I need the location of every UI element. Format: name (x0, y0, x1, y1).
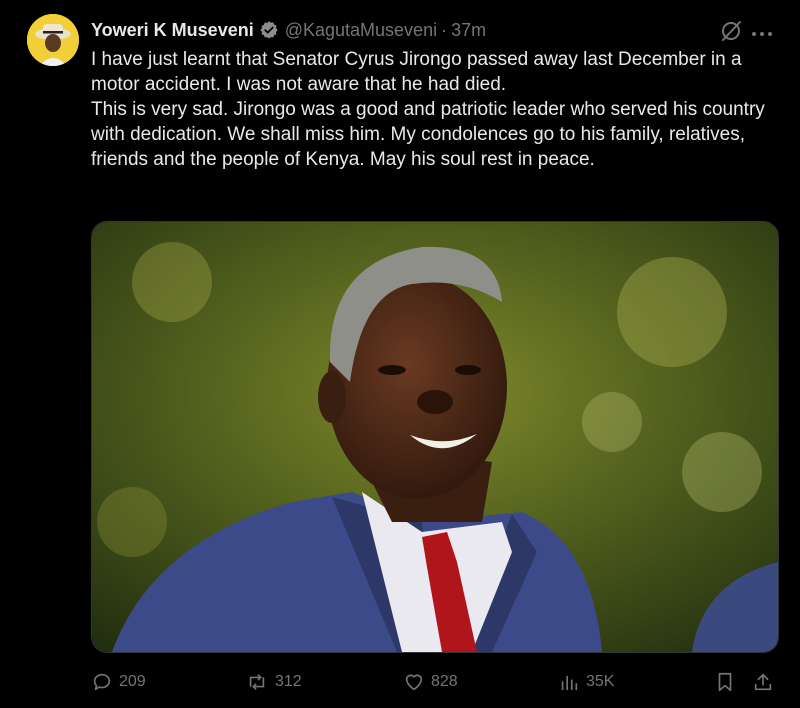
tweet-timestamp[interactable]: 37m (451, 20, 486, 41)
tweet-text-paragraph-2: This is very sad. Jirongo was a good and… (91, 99, 765, 170)
reply-button[interactable]: 209 (91, 664, 146, 700)
verified-badge-icon (259, 20, 279, 40)
views-icon (558, 671, 580, 693)
grok-icon[interactable] (719, 19, 743, 48)
bookmark-button[interactable] (714, 664, 736, 700)
like-button[interactable]: 828 (403, 664, 458, 700)
tweet-text: I have just learnt that Senator Cyrus Ji… (91, 47, 786, 172)
author-handle[interactable]: @KagutaMuseveni (285, 20, 437, 41)
bookmark-icon (714, 671, 736, 693)
repost-button[interactable]: 312 (245, 664, 302, 700)
views-count: 35K (586, 673, 615, 690)
tweet-header: Yoweri K Museveni @KagutaMuseveni · 37m (91, 16, 486, 44)
reply-icon (91, 671, 113, 693)
action-bar: 209 312 828 35K (0, 664, 800, 700)
tweet-photo[interactable] (91, 221, 779, 653)
views-button[interactable]: 35K (558, 664, 614, 700)
avatar[interactable] (27, 14, 79, 66)
tweet-text-paragraph-1: I have just learnt that Senator Cyrus Ji… (91, 49, 742, 95)
separator-dot: · (441, 19, 448, 40)
author-name[interactable]: Yoweri K Museveni (91, 20, 254, 41)
repost-icon (245, 671, 269, 693)
share-button[interactable] (752, 664, 774, 700)
heart-icon (403, 671, 425, 693)
repost-count: 312 (275, 673, 302, 690)
like-count: 828 (431, 673, 458, 690)
share-icon (752, 671, 774, 693)
tweet: Yoweri K Museveni @KagutaMuseveni · 37m … (0, 0, 800, 708)
reply-count: 209 (119, 673, 146, 690)
more-icon[interactable] (751, 26, 773, 44)
